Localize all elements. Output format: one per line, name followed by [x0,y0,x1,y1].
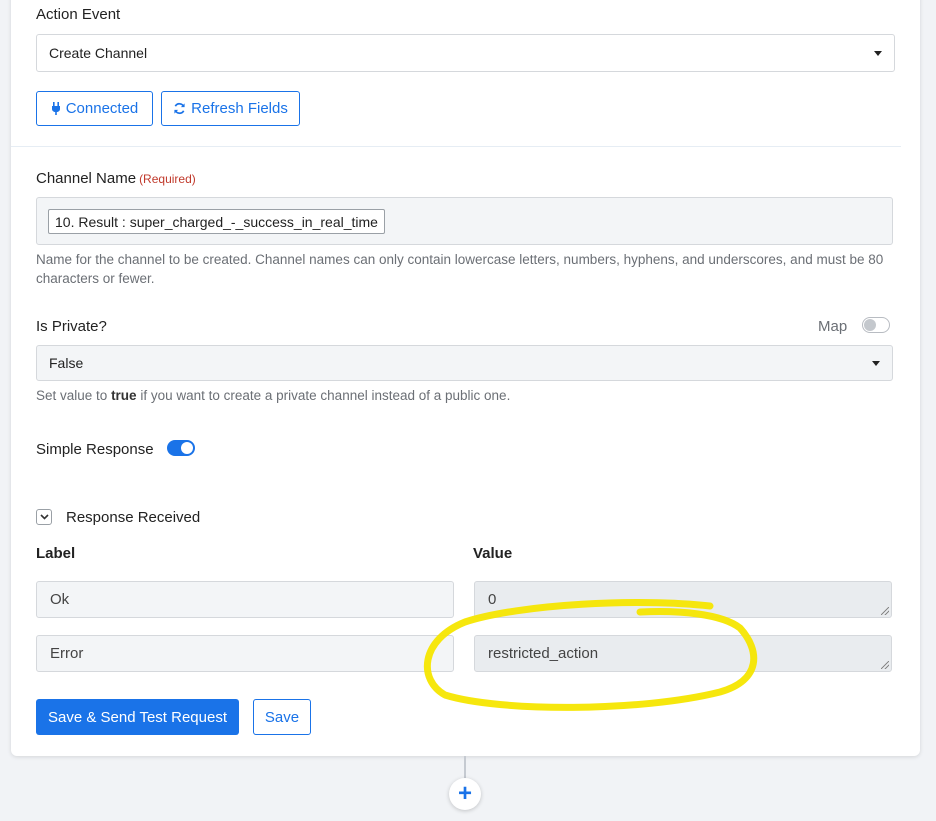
flow-connector [464,756,466,780]
highlight-annotation [423,599,758,711]
add-step-button[interactable]: + [449,778,481,810]
plus-icon: + [457,780,472,807]
